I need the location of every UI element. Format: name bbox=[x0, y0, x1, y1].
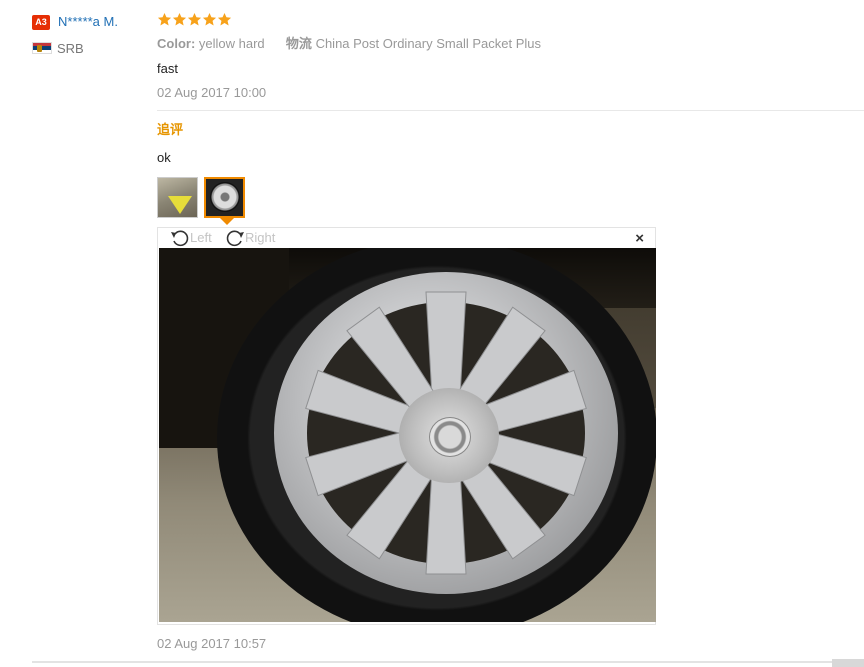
rotate-left-button[interactable]: Left bbox=[169, 229, 212, 247]
star-icon bbox=[157, 12, 172, 27]
additional-review-text: ok bbox=[157, 150, 171, 165]
serbia-flag-icon bbox=[32, 42, 52, 54]
image-viewer-toolbar: Left Right × bbox=[158, 228, 655, 248]
review-divider bbox=[32, 661, 832, 663]
attr-logistics-key: 物流 bbox=[285, 36, 312, 51]
star-icon bbox=[217, 12, 232, 27]
reviewer-country: SRB bbox=[57, 41, 84, 56]
star-icon bbox=[202, 12, 217, 27]
rotate-right-label: Right bbox=[245, 230, 276, 245]
selected-thumbnail-pointer bbox=[220, 218, 234, 225]
buyer-level-badge: A3 bbox=[32, 15, 50, 30]
reviewer-name: N*****a M. bbox=[58, 14, 118, 29]
additional-review-label: 追评 bbox=[157, 122, 184, 137]
purchase-attributes: Color: yellow hard 物流 China Post Ordinar… bbox=[157, 36, 541, 52]
close-viewer-button[interactable]: × bbox=[635, 231, 644, 246]
review-photo-wheel bbox=[159, 248, 656, 622]
attr-color-value: yellow hard bbox=[198, 36, 265, 51]
divider bbox=[157, 110, 864, 111]
review-feedback-text: fast bbox=[157, 61, 178, 76]
attr-color-key: Color: bbox=[157, 36, 196, 51]
star-icon bbox=[172, 12, 187, 27]
review-image-thumbnail-2[interactable] bbox=[204, 177, 245, 218]
rotate-right-icon bbox=[226, 230, 244, 247]
attr-logistics-value: China Post Ordinary Small Packet Plus bbox=[315, 36, 541, 51]
rotate-left-label: Left bbox=[190, 230, 212, 245]
scrollbar-corner bbox=[832, 659, 864, 667]
star-icon bbox=[187, 12, 202, 27]
rotate-left-icon bbox=[171, 230, 189, 247]
review-date: 02 Aug 2017 10:00 bbox=[157, 85, 267, 100]
additional-review-date: 02 Aug 2017 10:57 bbox=[157, 636, 267, 651]
rotate-right-button[interactable]: Right bbox=[224, 229, 275, 247]
star-rating bbox=[157, 12, 232, 30]
review-image-thumbnail-1[interactable] bbox=[157, 177, 198, 218]
image-viewer: Left Right × bbox=[157, 227, 656, 625]
